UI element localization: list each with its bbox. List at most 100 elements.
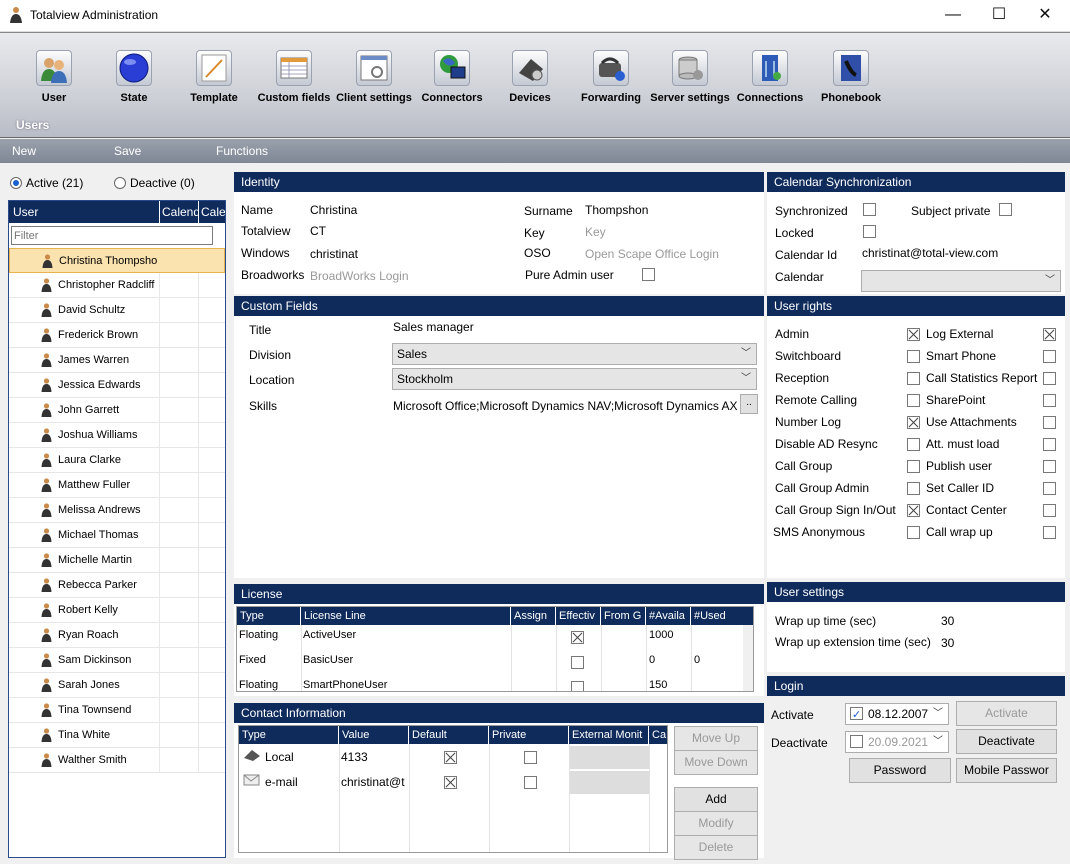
license-effective-checkbox[interactable]	[571, 631, 584, 644]
oso-field[interactable]: Open Scape Office Login	[585, 247, 719, 261]
column-calendar-2[interactable]: Cale	[201, 201, 225, 223]
ribbon-user-button[interactable]: User	[14, 47, 94, 104]
ribbon-custom-fields-button[interactable]: Custom fields	[254, 47, 334, 104]
user-list-item[interactable]: Christopher Radcliff	[9, 273, 225, 298]
user-list-item[interactable]: Robert Kelly	[9, 598, 225, 623]
user-list-item[interactable]: Michael Thomas	[9, 523, 225, 548]
subject-private-checkbox[interactable]	[999, 203, 1012, 216]
location-dropdown[interactable]: Stockholm ﹀	[392, 368, 757, 390]
contact-col-header[interactable]: Default	[409, 726, 489, 744]
wrap-up-field[interactable]: 30	[941, 614, 954, 628]
contact-col-header[interactable]: Value	[339, 726, 409, 744]
contact-default-checkbox[interactable]	[444, 776, 457, 789]
division-dropdown[interactable]: Sales ﹀	[392, 343, 757, 365]
right-checkbox[interactable]	[907, 504, 920, 517]
right-checkbox[interactable]	[907, 328, 920, 341]
add-button[interactable]: Add	[674, 787, 758, 812]
license-col-header[interactable]: Type	[237, 607, 301, 625]
pure-admin-checkbox[interactable]	[642, 268, 655, 281]
mobile-password-button[interactable]: Mobile Passwor	[956, 758, 1057, 783]
user-list-item[interactable]: Melissa Andrews	[9, 498, 225, 523]
user-list-item[interactable]: Jessica Edwards	[9, 373, 225, 398]
right-checkbox[interactable]	[907, 526, 920, 539]
active-filter-radio[interactable]: Active (21)	[10, 176, 83, 190]
column-user[interactable]: User	[13, 201, 38, 223]
right-checkbox[interactable]	[907, 394, 920, 407]
deactivate-date-picker[interactable]: 20.09.2021 ﹀	[845, 731, 949, 753]
license-effective-checkbox[interactable]	[571, 681, 584, 691]
skills-browse-button[interactable]: ..	[740, 394, 758, 414]
skills-field[interactable]: Microsoft Office;Microsoft Dynamics NAV;…	[393, 399, 739, 413]
ribbon-phonebook-button[interactable]: Phonebook	[811, 47, 891, 104]
name-field[interactable]: Christina	[310, 203, 357, 217]
license-col-header[interactable]: License Line	[301, 607, 511, 625]
minimize-button[interactable]: —	[930, 0, 976, 31]
license-scrollbar[interactable]	[743, 625, 753, 691]
ribbon-forwarding-button[interactable]: Forwarding	[571, 47, 651, 104]
right-checkbox[interactable]	[1043, 394, 1056, 407]
user-list-item[interactable]: Laura Clarke	[9, 448, 225, 473]
calendar-id-field[interactable]: christinat@total-view.com	[862, 246, 998, 260]
right-checkbox[interactable]	[907, 416, 920, 429]
column-calendar[interactable]: Calend	[162, 201, 198, 223]
move-up-button[interactable]: Move Up	[674, 726, 758, 751]
ribbon-connectors-button[interactable]: Connectors	[412, 47, 492, 104]
save-command[interactable]: Save	[114, 144, 141, 158]
right-checkbox[interactable]	[1043, 504, 1056, 517]
totalview-field[interactable]: CT	[310, 224, 326, 238]
right-checkbox[interactable]	[1043, 372, 1056, 385]
password-button[interactable]: Password	[849, 758, 951, 783]
wrap-up-ext-field[interactable]: 30	[941, 636, 954, 650]
modify-button[interactable]: Modify	[674, 811, 758, 836]
ribbon-template-button[interactable]: Template	[174, 47, 254, 104]
right-checkbox[interactable]	[907, 460, 920, 473]
right-checkbox[interactable]	[907, 482, 920, 495]
contact-col-header[interactable]: External Monit	[569, 726, 649, 744]
surname-field[interactable]: Thompshon	[585, 203, 648, 217]
windows-field[interactable]: christinat	[310, 247, 358, 261]
contact-default-checkbox[interactable]	[444, 751, 457, 764]
license-col-header[interactable]: #Availa	[646, 607, 691, 625]
deactivate-date-checkbox[interactable]	[850, 735, 863, 748]
user-list-item[interactable]: Michelle Martin	[9, 548, 225, 573]
activate-button[interactable]: Activate	[956, 701, 1057, 726]
user-list-item[interactable]: James Warren	[9, 348, 225, 373]
user-list-item[interactable]: Christina Thompsho	[9, 248, 225, 273]
right-checkbox[interactable]	[1043, 438, 1056, 451]
ribbon-connections-button[interactable]: Connections	[730, 47, 810, 104]
new-command[interactable]: New	[12, 144, 36, 158]
filter-input[interactable]	[11, 226, 213, 245]
user-list-item[interactable]: Walther Smith	[9, 748, 225, 773]
title-field[interactable]: Sales manager	[393, 320, 474, 334]
user-list-item[interactable]: Tina Townsend	[9, 698, 225, 723]
delete-button[interactable]: Delete	[674, 835, 758, 860]
right-checkbox[interactable]	[1043, 482, 1056, 495]
key-field[interactable]: Key	[585, 225, 606, 239]
maximize-button[interactable]: ☐	[976, 0, 1022, 31]
right-checkbox[interactable]	[1043, 416, 1056, 429]
user-list-item[interactable]: Sarah Jones	[9, 673, 225, 698]
contact-private-checkbox[interactable]	[524, 751, 537, 764]
user-list-item[interactable]: Frederick Brown	[9, 323, 225, 348]
functions-command[interactable]: Functions	[216, 144, 268, 158]
right-checkbox[interactable]	[907, 350, 920, 363]
ribbon-server-settings-button[interactable]: Server settings	[650, 47, 730, 104]
user-list-item[interactable]: Joshua Williams	[9, 423, 225, 448]
right-checkbox[interactable]	[1043, 460, 1056, 473]
license-col-header[interactable]: Assign	[511, 607, 556, 625]
right-checkbox[interactable]	[1043, 350, 1056, 363]
user-list-item[interactable]: Tina White	[9, 723, 225, 748]
deactive-filter-radio[interactable]: Deactive (0)	[114, 176, 195, 190]
contact-col-header[interactable]: Type	[239, 726, 339, 744]
contact-col-header[interactable]: Private	[489, 726, 569, 744]
user-list-item[interactable]: Rebecca Parker	[9, 573, 225, 598]
user-list-item[interactable]: Ryan Roach	[9, 623, 225, 648]
activate-date-checkbox[interactable]	[850, 705, 863, 725]
right-checkbox[interactable]	[1043, 328, 1056, 341]
license-effective-checkbox[interactable]	[571, 656, 584, 669]
contact-private-checkbox[interactable]	[524, 776, 537, 789]
license-col-header[interactable]: Effectiv	[556, 607, 601, 625]
ribbon-client-settings-button[interactable]: Client settings	[334, 47, 414, 104]
ribbon-state-button[interactable]: State	[94, 47, 174, 104]
right-checkbox[interactable]	[907, 438, 920, 451]
